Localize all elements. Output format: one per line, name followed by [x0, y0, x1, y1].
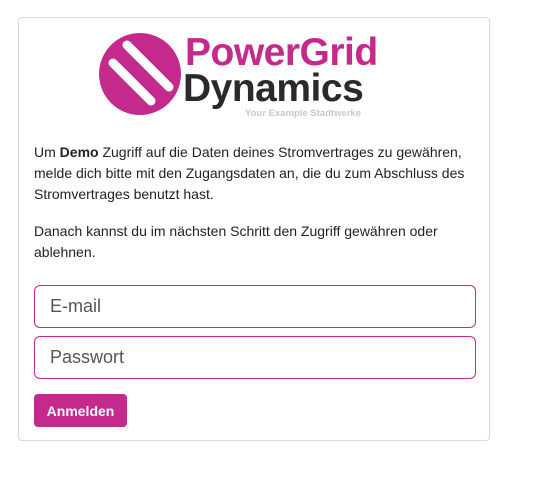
email-field[interactable] [34, 285, 476, 328]
intro-text: Um Demo Zugriff auf die Daten deines Str… [34, 142, 479, 205]
intro-suffix: Zugriff auf die Daten deines Stromvertra… [34, 144, 465, 202]
logo-text-dynamics: Dynamics [183, 67, 364, 110]
intro-company: Demo [59, 144, 99, 160]
password-field[interactable] [34, 336, 476, 379]
powergrid-logo: PowerGrid Dynamics Your Example Stadtwer… [99, 31, 419, 123]
login-card: PowerGrid Dynamics Your Example Stadtwer… [18, 17, 490, 441]
logo-tagline: Your Example Stadtwerke [245, 108, 361, 119]
intro-prefix: Um [34, 144, 60, 160]
login-button[interactable]: Anmelden [34, 394, 127, 427]
next-step-text: Danach kannst du im nächsten Schritt den… [34, 223, 438, 260]
plug-logo-icon [99, 33, 181, 115]
